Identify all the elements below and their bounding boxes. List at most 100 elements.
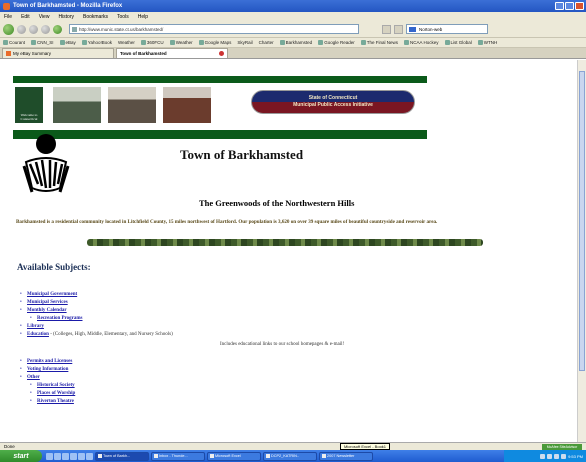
taskbar-tooltip: Microsoft Excel - Book1 xyxy=(340,443,391,450)
firefox-icon xyxy=(3,2,10,10)
bookmark-item[interactable]: Google Maps xyxy=(198,40,231,45)
vertical-scrollbar[interactable] xyxy=(577,60,586,442)
system-tray: 9:53 PM xyxy=(504,450,586,462)
window-titlebar: Town of Barkhamsted - Mozilla Firefox xyxy=(0,0,586,12)
start-button[interactable]: start xyxy=(0,450,42,462)
link-education[interactable]: Education xyxy=(27,332,49,337)
menu-file[interactable]: File xyxy=(4,14,12,20)
bookmark-item[interactable]: NCAA Hockey xyxy=(403,40,439,45)
quicklaunch-icon[interactable] xyxy=(78,452,85,460)
bookmark-item[interactable]: 360FCU xyxy=(140,40,164,45)
quicklaunch-icon[interactable] xyxy=(70,452,77,460)
navigation-toolbar: http://www.munic.state.ct.us/barkhamsted… xyxy=(0,21,586,38)
maximize-button[interactable] xyxy=(565,2,574,10)
scrollbar-thumb[interactable] xyxy=(579,71,585,371)
taskbar-button[interactable]: Microsoft Excel xyxy=(207,451,261,461)
menu-tools[interactable]: Tools xyxy=(117,14,129,20)
list-item: Places of Worship xyxy=(17,390,75,398)
taskbar-button[interactable]: Town of Barkh... xyxy=(95,451,149,461)
list-item: Library xyxy=(17,323,173,331)
page-title: Town of Barkhamsted xyxy=(180,147,304,162)
bookmark-item[interactable]: CNN_SI xyxy=(31,40,54,45)
link-municipal-government[interactable]: Municipal Government xyxy=(27,292,77,297)
status-bar: Done McAfee SiteAdvisor xyxy=(0,442,586,450)
search-input[interactable]: Norton-web xyxy=(406,24,488,34)
link-riverton-theatre[interactable]: Riverton Theatre xyxy=(37,399,74,404)
municipal-access-sign[interactable]: State of Connecticut Municipal Public Ac… xyxy=(251,90,415,114)
bookmark-item[interactable]: Barkhamsted xyxy=(279,40,312,45)
taskbar-button[interactable]: DCP2_KATRIN.. xyxy=(263,451,317,461)
tray-icon[interactable] xyxy=(554,453,560,459)
quicklaunch-icon[interactable] xyxy=(54,452,61,460)
link-permits-licenses[interactable]: Permits and Licenses xyxy=(27,359,72,364)
address-text: http://www.munic.state.ct.us/barkhamsted… xyxy=(79,26,164,32)
tray-icon[interactable] xyxy=(547,453,553,459)
window-title: Town of Barkhamsted - Mozilla Firefox xyxy=(13,3,123,9)
link-historical-society[interactable]: Historical Society xyxy=(37,383,75,388)
quicklaunch-icon[interactable] xyxy=(86,452,93,460)
link-municipal-services[interactable]: Municipal Services xyxy=(27,300,68,305)
menu-view[interactable]: View xyxy=(39,14,50,20)
feed-icon[interactable] xyxy=(394,24,403,34)
close-window-button[interactable] xyxy=(575,2,584,10)
menu-edit[interactable]: Edit xyxy=(21,14,30,20)
header-banner: Welcome to Connecticut State of Connecti… xyxy=(13,76,427,139)
subjects-list-2: Permits and Licenses Voting Information … xyxy=(17,358,75,406)
bookmark-item[interactable]: Weather xyxy=(118,40,135,45)
home-icon[interactable] xyxy=(53,24,62,34)
bookmark-item[interactable]: List Global xyxy=(444,40,472,45)
link-places-of-worship[interactable]: Places of Worship xyxy=(37,391,75,396)
link-recreation-programs[interactable]: Recreation Programs xyxy=(37,316,83,321)
menu-history[interactable]: History xyxy=(58,14,74,20)
banner-photo xyxy=(53,87,101,123)
taskbar-button[interactable]: 2007 Newsletter xyxy=(319,451,373,461)
forward-icon[interactable] xyxy=(17,24,26,34)
education-details: - (Colleges, High, Middle, Elementary, a… xyxy=(48,332,173,337)
banner-photo xyxy=(163,87,211,123)
go-button[interactable] xyxy=(382,24,391,34)
ebay-favicon xyxy=(6,51,11,56)
bookmark-item[interactable]: eBay xyxy=(59,40,76,45)
bookmark-item[interactable]: Google Reader xyxy=(318,40,355,45)
tab-town-of-barkhamsted[interactable]: Town of Barkhamsted xyxy=(116,48,228,58)
bookmark-item[interactable]: Courant xyxy=(3,40,25,45)
bookmark-item[interactable]: Yahoo!Book xyxy=(81,40,112,45)
back-icon[interactable] xyxy=(3,23,14,35)
stop-icon[interactable] xyxy=(41,24,50,34)
link-monthly-calendar[interactable]: Monthly Calendar xyxy=(27,308,67,313)
decorative-divider xyxy=(87,239,483,246)
siteadvisor-badge[interactable]: McAfee SiteAdvisor xyxy=(542,443,582,450)
list-item: Permits and Licenses xyxy=(17,358,75,366)
tray-icon[interactable] xyxy=(561,453,567,459)
taskbar-button[interactable]: Inbox - Thunde... xyxy=(151,451,205,461)
welcome-connecticut-logo: Welcome to Connecticut xyxy=(15,87,43,123)
close-tab-icon[interactable] xyxy=(219,51,224,56)
site-favicon xyxy=(72,26,77,32)
town-seal-logo xyxy=(22,134,70,193)
bookmark-item[interactable]: Charter xyxy=(259,40,274,45)
subjects-heading: Available Subjects: xyxy=(17,262,91,272)
link-voting-information[interactable]: Voting Information xyxy=(27,367,68,372)
tab-ebay-summary[interactable]: My eBay Summary xyxy=(2,48,114,58)
list-item: Municipal Government xyxy=(17,291,173,299)
bookmark-item[interactable]: The Final News xyxy=(360,40,398,45)
menu-bookmarks[interactable]: Bookmarks xyxy=(83,14,108,20)
quicklaunch-icon[interactable] xyxy=(62,452,69,460)
page-subtitle: The Greenwoods of the Northwestern Hills xyxy=(199,198,355,208)
quick-launch xyxy=(46,452,93,460)
list-item: Voting Information xyxy=(17,366,75,374)
address-bar[interactable]: http://www.munic.state.ct.us/barkhamsted… xyxy=(69,24,359,34)
bookmark-item[interactable]: Weather xyxy=(169,40,193,45)
menu-help[interactable]: Help xyxy=(138,14,148,20)
bookmark-item[interactable]: WTNH xyxy=(477,40,497,45)
link-other[interactable]: Other xyxy=(27,375,40,380)
quicklaunch-icon[interactable] xyxy=(46,452,53,460)
link-library[interactable]: Library xyxy=(27,324,44,329)
minimize-button[interactable] xyxy=(555,2,564,10)
list-item: Historical Society xyxy=(17,382,75,390)
status-text: Done xyxy=(4,444,15,449)
bookmark-item[interactable]: SkyRail xyxy=(237,40,252,45)
tab-bar: My eBay Summary Town of Barkhamsted xyxy=(0,48,586,59)
reload-icon[interactable] xyxy=(29,24,38,34)
tray-icon[interactable] xyxy=(540,453,546,459)
